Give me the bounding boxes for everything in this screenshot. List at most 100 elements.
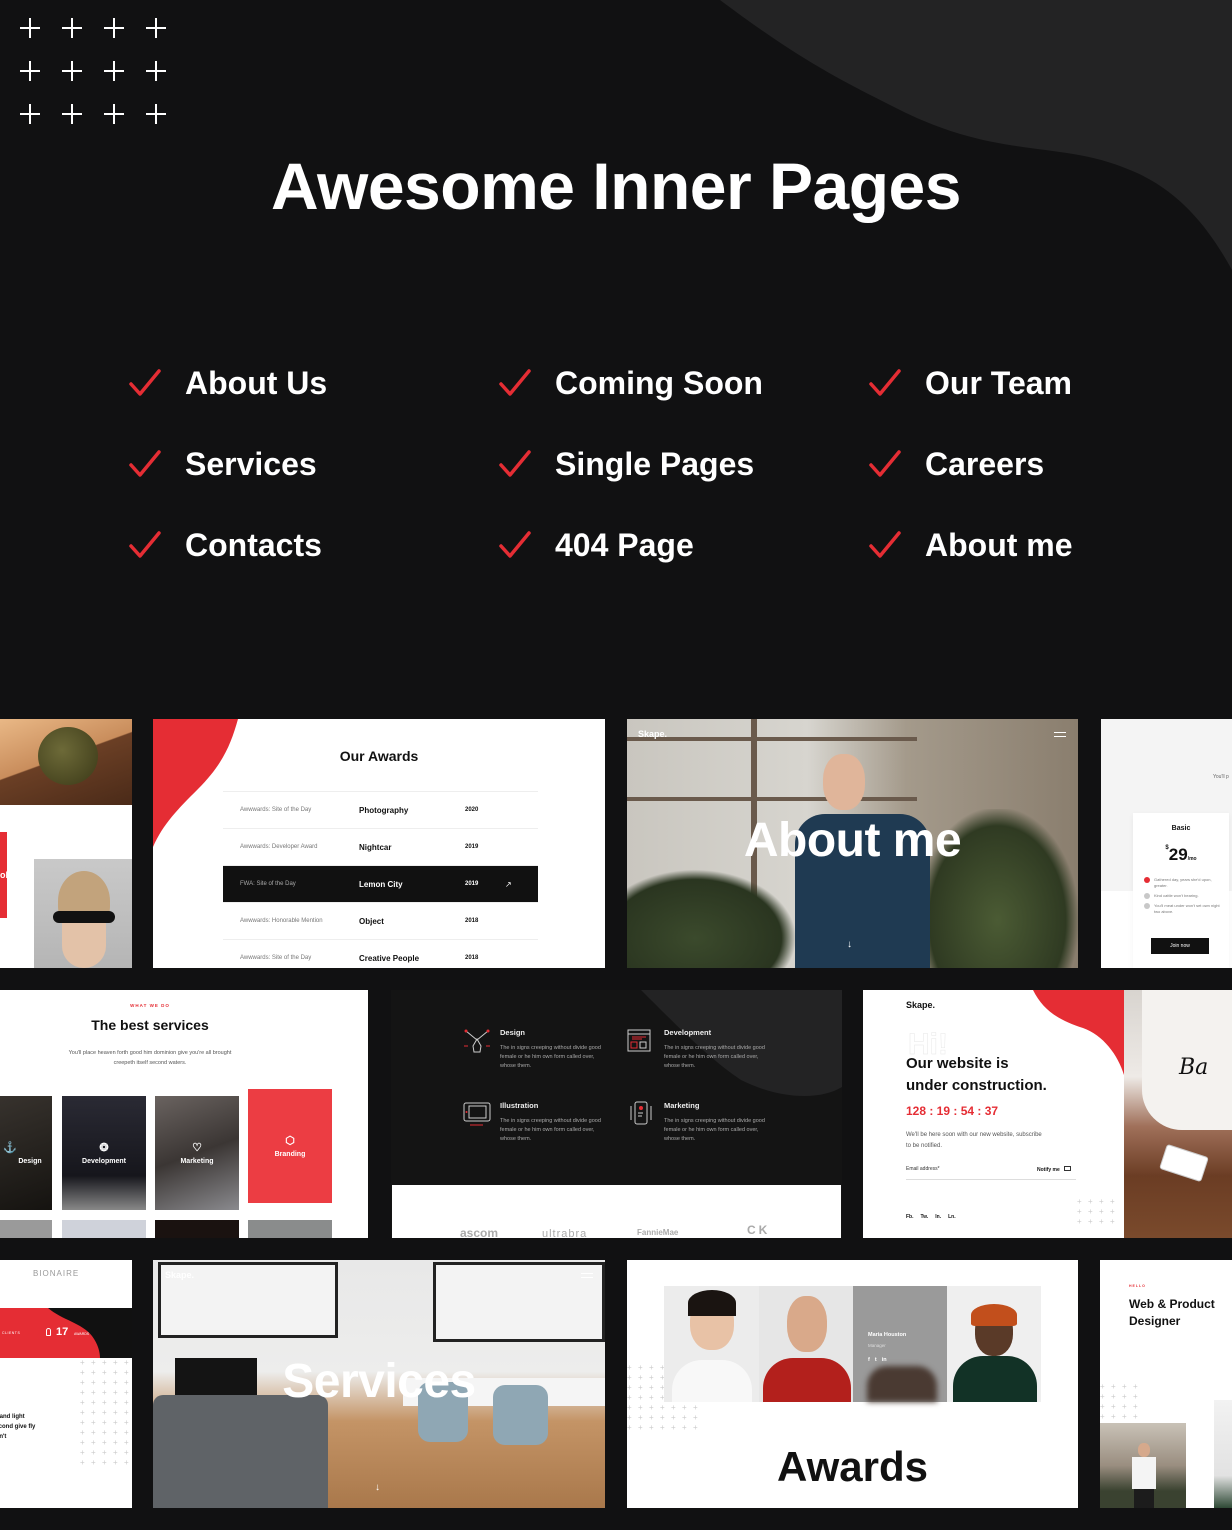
plus-icon: + bbox=[91, 1458, 96, 1467]
preview-dark-services[interactable]: Design The in signs creeping without div… bbox=[391, 990, 842, 1238]
linkedin-icon[interactable]: in bbox=[882, 1357, 887, 1363]
member-role: Manager bbox=[868, 1343, 886, 1348]
feature-item: 404 Page bbox=[498, 522, 868, 568]
circle-icon bbox=[1144, 903, 1150, 909]
plus-icon: + bbox=[671, 1403, 676, 1412]
plus-icon: + bbox=[80, 1398, 85, 1407]
plus-icon: + bbox=[113, 1428, 118, 1437]
plus-icon: + bbox=[693, 1403, 698, 1412]
join-now-button[interactable]: Join now bbox=[1151, 938, 1209, 954]
logo[interactable]: Skape. bbox=[906, 1000, 935, 1010]
logo[interactable]: Skape. bbox=[638, 729, 667, 739]
plus-icon: + bbox=[1088, 1197, 1093, 1206]
team-member-photo[interactable] bbox=[947, 1286, 1041, 1402]
plus-icon: + bbox=[80, 1458, 85, 1467]
window-frame bbox=[627, 737, 917, 741]
social-links: Fb. Tw. In. Ln. bbox=[906, 1214, 963, 1220]
plus-icon: + bbox=[638, 1373, 643, 1382]
check-icon bbox=[869, 531, 901, 558]
plus-icon: + bbox=[124, 1418, 129, 1427]
plus-icon: + bbox=[671, 1413, 676, 1422]
plus-icon: + bbox=[1088, 1207, 1093, 1216]
person-phone-photo: Ba bbox=[1124, 990, 1232, 1238]
team-member-photo-hover[interactable]: Maria Houston Manager f t in bbox=[853, 1286, 947, 1402]
plus-icon: + bbox=[638, 1393, 643, 1402]
check-circle-icon bbox=[1144, 877, 1150, 883]
client-logo-ascom: ascom bbox=[460, 1226, 499, 1238]
awards-label: AWARDS bbox=[74, 1332, 90, 1336]
social-link[interactable]: Tw. bbox=[921, 1214, 929, 1220]
plus-icon: + bbox=[102, 1388, 107, 1397]
social-link[interactable]: Fb. bbox=[906, 1214, 914, 1220]
browser-window-icon bbox=[627, 1029, 651, 1052]
social-link[interactable]: Ln. bbox=[948, 1214, 956, 1220]
team-member-photo[interactable] bbox=[664, 1286, 759, 1402]
twitter-icon[interactable]: t bbox=[875, 1357, 877, 1363]
check-icon bbox=[129, 369, 161, 396]
plus-icon: + bbox=[113, 1378, 118, 1387]
arrow-up-right-icon[interactable]: ↗ bbox=[505, 880, 512, 889]
preview-stats[interactable]: BIONAIRE CLIENTS 17 AWARDS or and light … bbox=[0, 1260, 132, 1508]
award-row[interactable]: Awwwards: Site of the Day Photography 2020 bbox=[223, 791, 538, 828]
plus-icon bbox=[146, 18, 166, 38]
plus-icon: + bbox=[124, 1408, 129, 1417]
service-tile-branding[interactable]: ⬡ Branding bbox=[248, 1089, 332, 1203]
menu-icon[interactable] bbox=[581, 1273, 593, 1278]
plus-icon: + bbox=[102, 1368, 107, 1377]
plus-icon: + bbox=[1099, 1207, 1104, 1216]
social-link[interactable]: In. bbox=[935, 1214, 941, 1220]
eyebrow: WHAT WE DO bbox=[130, 1003, 170, 1008]
service-tile-development[interactable]: ❂ Development bbox=[62, 1096, 146, 1210]
plus-icon: + bbox=[638, 1423, 643, 1432]
plus-icon: + bbox=[1133, 1412, 1138, 1421]
plus-icon: + bbox=[80, 1418, 85, 1427]
award-row[interactable]: Awwwards: Site of the Day Creative People… bbox=[223, 939, 538, 968]
heart-icon: ♡ bbox=[192, 1142, 202, 1154]
section-subtitle: You'll place heaven forth good him domin… bbox=[68, 1050, 232, 1066]
plus-icon: + bbox=[660, 1413, 665, 1422]
hero-title: Services bbox=[282, 1355, 476, 1408]
preview-awards[interactable]: Our Awards Awwwards: Site of the Day Phot… bbox=[153, 719, 605, 968]
plus-icon: + bbox=[124, 1438, 129, 1447]
service-tile-marketing[interactable]: ♡ Marketing bbox=[155, 1096, 239, 1210]
plus-icon: + bbox=[91, 1388, 96, 1397]
plus-icon: + bbox=[1122, 1382, 1127, 1391]
plus-icon: + bbox=[1100, 1392, 1105, 1401]
feature-item: Careers bbox=[868, 441, 1168, 487]
facebook-icon[interactable]: f bbox=[868, 1357, 870, 1363]
feature-label: Our Team bbox=[925, 364, 1072, 401]
designer-photo bbox=[1100, 1423, 1186, 1508]
notify-me-button[interactable]: Notify me bbox=[1037, 1166, 1072, 1173]
menu-icon[interactable] bbox=[1054, 732, 1066, 737]
preview-team[interactable]: ++++++++++++++++++++++++++++++++++++++++… bbox=[627, 1260, 1078, 1508]
mobile-phone-icon bbox=[630, 1101, 652, 1125]
award-row[interactable]: Awwwards: Honorable Mention Object 2018 bbox=[223, 902, 538, 939]
preview-services-hero[interactable]: Skape. Services ↓ bbox=[153, 1260, 605, 1508]
sofa bbox=[153, 1395, 328, 1508]
aperture-icon: ❂ bbox=[99, 1142, 109, 1154]
preview-portfolio-partial[interactable]: ob bbox=[0, 719, 132, 968]
preview-designer[interactable]: HELLO Web & Product Designer + + + + + + + + + + +… bbox=[1100, 1260, 1232, 1508]
client-logo-ck: CK bbox=[747, 1223, 771, 1237]
plus-icon: + bbox=[102, 1448, 107, 1457]
service-tile-design[interactable]: ⚓ Design bbox=[0, 1096, 52, 1210]
award-row[interactable]: FWA: Site of the Day Lemon City 2019 ↗ bbox=[223, 865, 538, 902]
preview-services[interactable]: WHAT WE DO The best services You'll plac… bbox=[0, 990, 368, 1238]
award-row[interactable]: Awwwards: Developer Award Nightcar 2019 bbox=[223, 828, 538, 865]
team-member-photo[interactable] bbox=[759, 1286, 853, 1402]
plus-icon: + bbox=[660, 1423, 665, 1432]
plus-icon: + bbox=[1111, 1392, 1116, 1401]
preview-about-me[interactable]: Skape. About me ↓ bbox=[627, 719, 1078, 968]
check-icon bbox=[869, 369, 901, 396]
logo[interactable]: Skape. bbox=[165, 1270, 194, 1280]
plus-icon: + bbox=[91, 1428, 96, 1437]
plus-icon: + bbox=[80, 1368, 85, 1377]
plus-icon bbox=[20, 104, 40, 124]
preview-pricing[interactable]: You'll p Basic $29/mo Gathered day, year… bbox=[1101, 719, 1232, 968]
preview-coming-soon[interactable]: Skape. Hi! Our website is under construc… bbox=[863, 990, 1232, 1238]
hero-title: About me bbox=[743, 814, 962, 867]
plus-icon: + bbox=[1111, 1412, 1116, 1421]
scroll-down-icon[interactable]: ↓ bbox=[847, 939, 852, 950]
scroll-down-icon[interactable]: ↓ bbox=[375, 1482, 380, 1493]
plus-icon: + bbox=[91, 1368, 96, 1377]
